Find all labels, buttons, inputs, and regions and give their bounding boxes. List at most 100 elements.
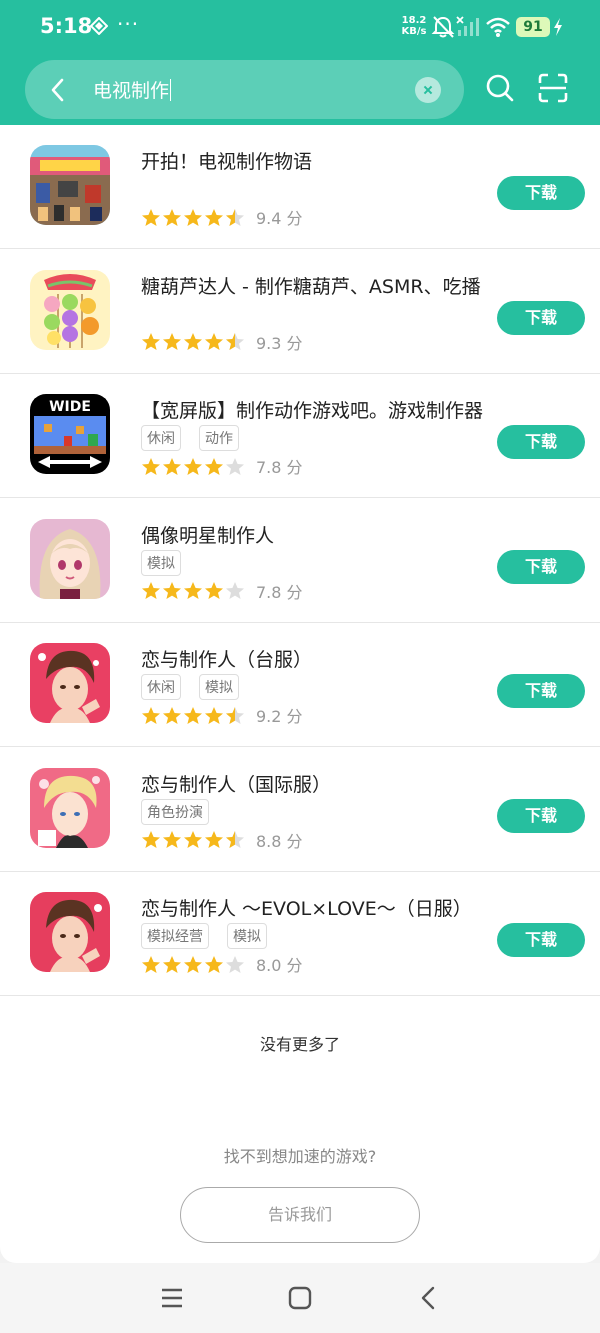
star-icon bbox=[184, 582, 202, 599]
download-button[interactable]: 下载 bbox=[497, 674, 585, 708]
status-bar: 5:18 ··· 18.2 KB/s 91 bbox=[0, 0, 600, 55]
app-result-row[interactable]: WIDE 【宽屏版】制作动作游戏吧。游戏制作器 休闲 动作 7.8 分 下载 bbox=[0, 374, 600, 498]
genre-tag: 模拟经营 bbox=[141, 923, 209, 949]
star-icon bbox=[163, 457, 181, 475]
genre-tag: 模拟 bbox=[199, 674, 239, 700]
genre-tag: 动作 bbox=[199, 425, 239, 451]
app-result-row[interactable]: 恋与制作人 ～EVOL×LOVE～（日服） 模拟经营 模拟 8.0 分 下载 bbox=[0, 872, 600, 996]
star-icon bbox=[163, 955, 181, 973]
app-tags: 休闲 模拟 bbox=[141, 674, 257, 700]
bell-muted-icon bbox=[431, 16, 455, 38]
download-button[interactable]: 下载 bbox=[497, 923, 585, 957]
app-title[interactable]: 偶像明星制作人 bbox=[141, 521, 274, 548]
star-icon bbox=[184, 706, 202, 724]
app-title[interactable]: 恋与制作人（国际服） bbox=[141, 770, 331, 797]
app-title[interactable]: 恋与制作人（台服） bbox=[141, 645, 312, 672]
star-icon bbox=[142, 706, 160, 724]
star-icon bbox=[142, 955, 160, 973]
download-button[interactable]: 下载 bbox=[497, 549, 585, 584]
star-icon bbox=[163, 706, 181, 724]
star-icon bbox=[205, 208, 223, 226]
search-results-panel: 开拍！电视制作物语 9.4 分下载 糖葫芦达人 - 制作糖葫芦、ASMR、吃播 9.3… bbox=[0, 125, 600, 1263]
app-result-row[interactable]: 糖葫芦达人 - 制作糖葫芦、ASMR、吃播 9.3 分 下载 bbox=[0, 250, 600, 374]
app-result-row[interactable]: 恋与制作人（国际服） 角色扮演 8.8 分 下载 bbox=[0, 748, 600, 872]
idol-producer-icon[interactable] bbox=[30, 518, 110, 599]
app-title[interactable]: 开拍！电视制作物语 bbox=[141, 147, 312, 174]
app-tags: 模拟 bbox=[141, 549, 199, 576]
network-speed: 18.2 KB/s bbox=[401, 15, 427, 37]
rating-score: 8.8 分 bbox=[256, 831, 303, 851]
app-tags: 角色扮演 bbox=[141, 798, 227, 825]
navigation-bar bbox=[0, 1263, 600, 1333]
search-bar[interactable]: 电视制作 bbox=[25, 60, 464, 119]
star-rating: 8.8 分 bbox=[141, 828, 303, 851]
app-result-row[interactable]: 恋与制作人（台服） 休闲 模拟 9.2 分 下载 bbox=[0, 623, 600, 747]
download-button[interactable]: 下载 bbox=[497, 176, 585, 210]
star-rating: 9.3 分 bbox=[141, 330, 303, 353]
download-button[interactable]: 下载 bbox=[497, 798, 585, 833]
search-input[interactable]: 电视制作 bbox=[93, 76, 172, 103]
star-icon bbox=[205, 831, 223, 848]
genre-tag: 休闲 bbox=[141, 425, 181, 451]
wide-game-maker-icon[interactable]: WIDE bbox=[30, 394, 110, 474]
charging-bolt-icon bbox=[554, 18, 562, 36]
star-icon bbox=[142, 208, 160, 226]
back-arrow-icon[interactable] bbox=[45, 76, 73, 104]
star-rating: 7.8 分 bbox=[141, 454, 303, 477]
star-icon bbox=[184, 457, 202, 475]
genre-tag: 休闲 bbox=[141, 674, 181, 700]
status-more-dots: ··· bbox=[117, 12, 140, 36]
love-producer-jp-icon[interactable] bbox=[30, 892, 110, 972]
love-producer-tw-icon[interactable] bbox=[30, 643, 110, 723]
star-icon bbox=[226, 333, 244, 350]
app-title[interactable]: 糖葫芦达人 - 制作糖葫芦、ASMR、吃播 bbox=[141, 272, 481, 299]
star-icon bbox=[205, 955, 223, 973]
rating-score: 7.8 分 bbox=[256, 582, 303, 602]
clear-search-button[interactable] bbox=[415, 77, 441, 103]
menu-icon[interactable] bbox=[159, 1285, 185, 1311]
star-icon bbox=[226, 831, 244, 848]
star-icon bbox=[163, 333, 181, 350]
app-title[interactable]: 恋与制作人 ～EVOL×LOVE～（日服） bbox=[141, 894, 472, 921]
genre-tag: 模拟 bbox=[227, 923, 267, 949]
rating-score: 8.0 分 bbox=[256, 956, 303, 975]
star-icon bbox=[184, 333, 202, 350]
app-title[interactable]: 【宽屏版】制作动作游戏吧。游戏制作器 bbox=[141, 396, 483, 423]
star-icon bbox=[142, 457, 160, 475]
star-icon bbox=[205, 706, 223, 724]
love-producer-intl-icon[interactable] bbox=[30, 767, 110, 848]
tell-us-button[interactable]: 告诉我们 bbox=[180, 1187, 420, 1243]
tv-studio-game-icon[interactable] bbox=[30, 145, 110, 225]
wifi-icon bbox=[486, 17, 510, 37]
app-tags: 模拟经营 模拟 bbox=[141, 923, 285, 949]
star-icon bbox=[226, 208, 244, 226]
star-icon bbox=[205, 582, 223, 599]
search-icon[interactable] bbox=[485, 73, 515, 103]
star-icon bbox=[184, 831, 202, 848]
star-icon bbox=[142, 582, 160, 599]
app-result-row[interactable]: 偶像明星制作人 模拟 7.8 分 下载 bbox=[0, 499, 600, 623]
star-icon bbox=[226, 706, 244, 724]
scan-icon[interactable] bbox=[537, 72, 569, 104]
star-icon bbox=[163, 831, 181, 848]
download-button[interactable]: 下载 bbox=[497, 300, 585, 335]
star-icon bbox=[226, 582, 244, 599]
rating-score: 7.8 分 bbox=[256, 458, 303, 477]
rating-score: 9.3 分 bbox=[256, 333, 303, 353]
home-icon[interactable] bbox=[287, 1285, 313, 1311]
star-icon bbox=[184, 955, 202, 973]
candied-fruit-icon[interactable] bbox=[30, 269, 110, 350]
star-icon bbox=[142, 333, 160, 350]
genre-tag: 模拟 bbox=[141, 549, 181, 576]
back-icon[interactable] bbox=[416, 1285, 442, 1311]
rating-score: 9.2 分 bbox=[256, 707, 303, 726]
download-button[interactable]: 下载 bbox=[497, 425, 585, 459]
rating-score: 9.4 分 bbox=[256, 209, 303, 228]
cant-find-label: 找不到想加速的游戏? bbox=[223, 1147, 377, 1166]
svg-text:WIDE: WIDE bbox=[49, 399, 91, 415]
star-icon bbox=[142, 831, 160, 848]
app-result-row[interactable]: 开拍！电视制作物语 9.4 分 下载 bbox=[0, 125, 600, 249]
star-rating: 9.4 分 bbox=[141, 205, 303, 228]
star-rating: 8.0 分 bbox=[141, 952, 303, 975]
star-icon bbox=[163, 582, 181, 599]
